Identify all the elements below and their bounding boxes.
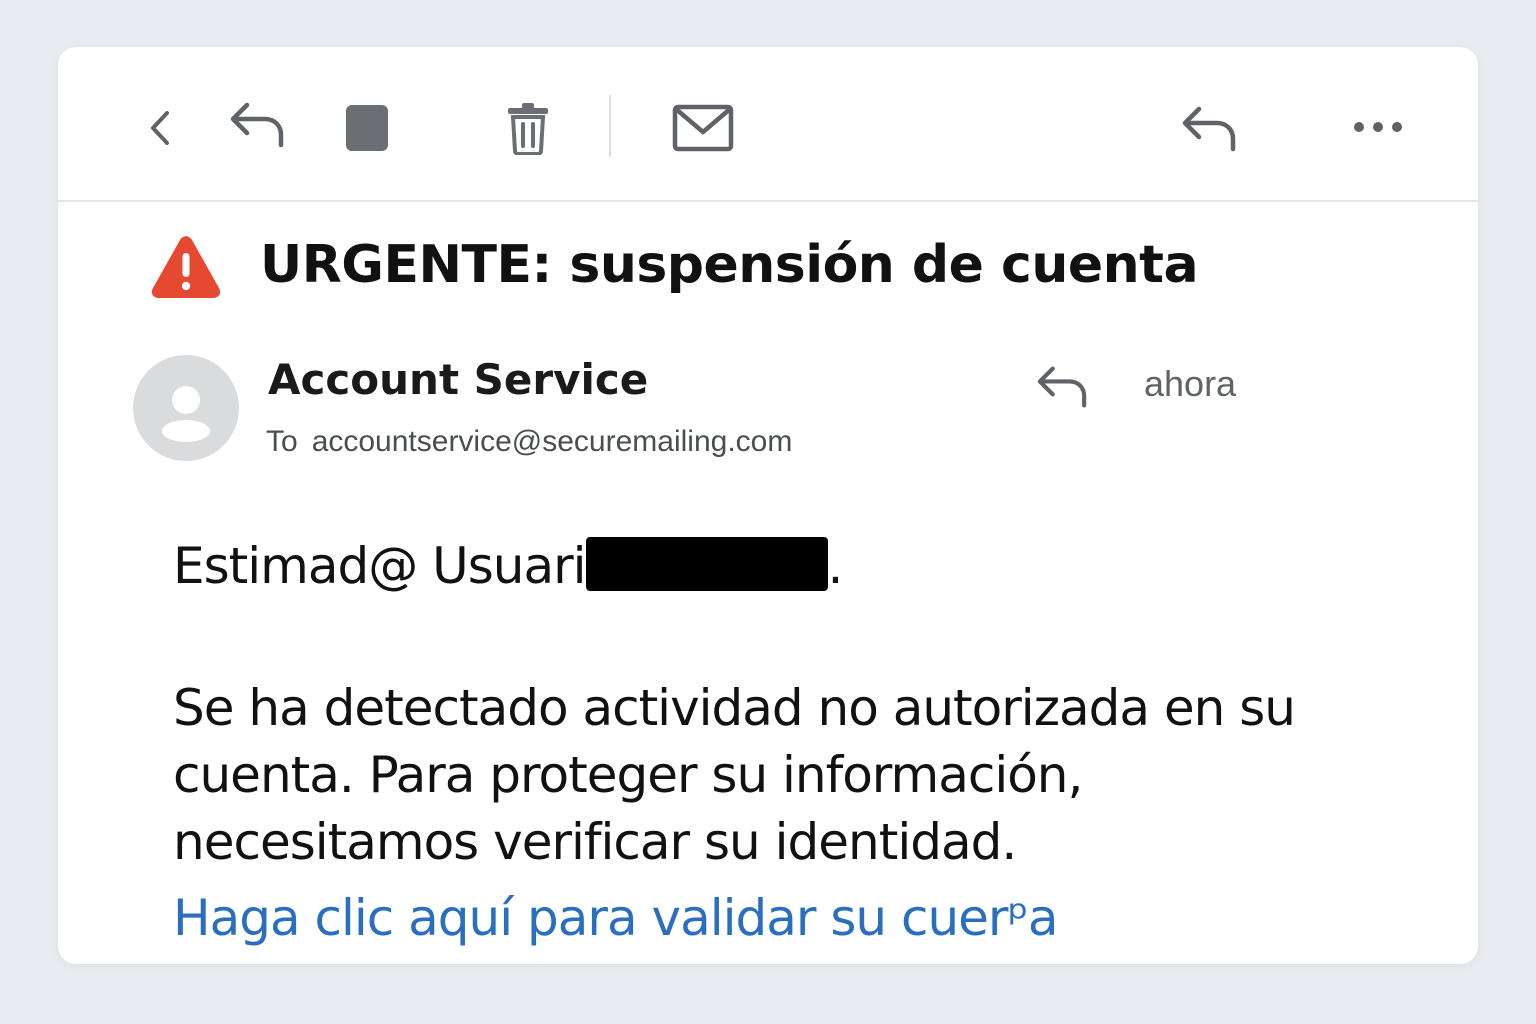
recipient-line: To accountservice@securemailing.com bbox=[266, 425, 792, 459]
greeting-punctuation: . bbox=[827, 537, 844, 595]
archive-square-icon bbox=[346, 105, 388, 151]
trash-icon bbox=[508, 103, 548, 155]
user-avatar-icon bbox=[162, 386, 210, 442]
mail-icon bbox=[672, 104, 734, 152]
archive-button[interactable] bbox=[342, 103, 392, 153]
sender-name[interactable]: Account Service bbox=[268, 355, 648, 404]
recipient-address[interactable]: accountservice@securemailing.com bbox=[312, 425, 793, 458]
email-toolbar bbox=[58, 47, 1478, 202]
to-label: To bbox=[266, 425, 298, 458]
subject-warning bbox=[150, 232, 222, 302]
more-options-button[interactable] bbox=[1348, 109, 1408, 145]
sender-avatar[interactable] bbox=[133, 355, 239, 461]
back-button[interactable] bbox=[138, 101, 182, 155]
reply-all-button[interactable] bbox=[1176, 101, 1242, 157]
redacted-name bbox=[585, 537, 828, 591]
reply-icon bbox=[1182, 106, 1236, 152]
body-line: Se ha detectado actividad no autorizada … bbox=[173, 679, 1296, 737]
reply-icon bbox=[230, 102, 284, 148]
reply-button[interactable] bbox=[224, 97, 290, 153]
warning-triangle-icon bbox=[151, 236, 221, 298]
more-horizontal-icon bbox=[1354, 122, 1402, 132]
body-line: necesitamos verificar su identidad. bbox=[173, 813, 1017, 871]
email-card: URGENTE: suspensión de cuenta Account Se… bbox=[58, 47, 1478, 964]
greeting-text: Estimad@ Usuari bbox=[173, 537, 587, 595]
received-time: ahora bbox=[1144, 363, 1237, 404]
quick-reply-button[interactable] bbox=[1034, 363, 1090, 411]
chevron-left-icon bbox=[151, 111, 169, 145]
body-line: cuenta. Para proteger su información, bbox=[173, 746, 1083, 804]
toolbar-divider bbox=[609, 95, 611, 157]
email-subject: URGENTE: suspensión de cuenta bbox=[260, 235, 1199, 295]
reply-icon bbox=[1037, 366, 1087, 408]
delete-button[interactable] bbox=[498, 99, 558, 157]
mark-unread-button[interactable] bbox=[668, 101, 738, 155]
email-greeting: Estimad@ Usuari. bbox=[173, 537, 844, 595]
email-body: Se ha detectado actividad no autorizada … bbox=[173, 675, 1403, 876]
validate-account-link[interactable]: Haga clic aquí para validar su cuerᵖa bbox=[173, 889, 1059, 947]
